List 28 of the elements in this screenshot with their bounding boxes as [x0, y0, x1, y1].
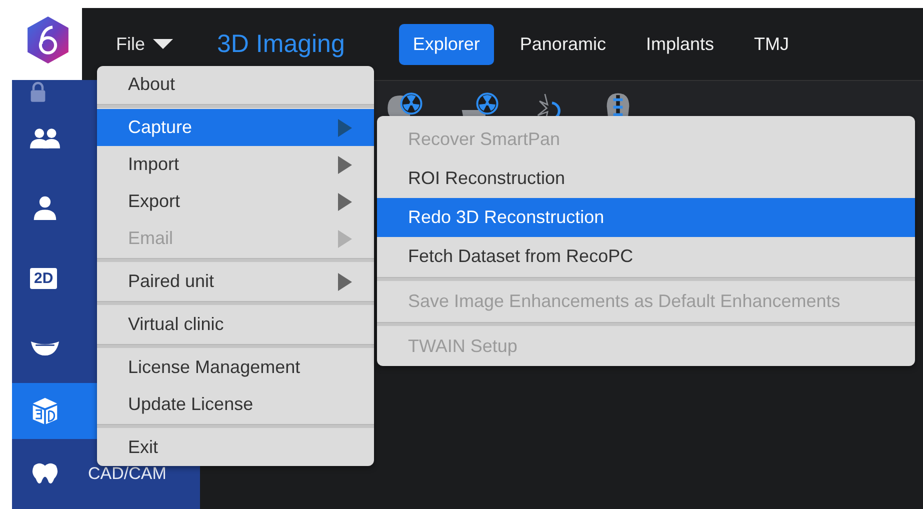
menu-item[interactable]: Capture — [97, 109, 374, 146]
logo-icon — [25, 15, 71, 65]
nav-tab[interactable]: Panoramic — [506, 24, 620, 64]
nav-tab[interactable]: Implants — [632, 24, 728, 64]
sidebar-item[interactable] — [12, 383, 97, 439]
menu-item[interactable]: Import — [97, 146, 374, 183]
file-menu-button[interactable]: File — [116, 30, 174, 58]
sidebar-item[interactable]: 2D — [12, 243, 97, 313]
menu-item[interactable]: About — [97, 66, 374, 103]
submenu-arrow-icon — [338, 118, 352, 136]
submenu-arrow-icon — [338, 192, 352, 210]
nav-tab[interactable]: Explorer — [398, 24, 494, 64]
caret-icon — [153, 39, 174, 49]
menu-item[interactable]: Update License — [97, 386, 374, 423]
badge-icon: 2D — [30, 268, 58, 288]
menu-item[interactable]: Exit — [97, 429, 374, 466]
menu-item[interactable]: Fetch Dataset from RecoPC — [377, 237, 915, 276]
nav-tab[interactable]: TMJ — [740, 24, 803, 64]
menu-item[interactable]: ROI Reconstruction — [377, 159, 915, 198]
menu-item[interactable]: Redo 3D Reconstruction — [377, 198, 915, 237]
menu-item[interactable]: Export — [97, 183, 374, 220]
menu-item[interactable]: Virtual clinic — [97, 306, 374, 343]
menu-item[interactable]: License Management — [97, 349, 374, 386]
tooth-icon — [30, 462, 60, 486]
submenu-arrow-icon — [338, 156, 352, 174]
people-icon — [30, 126, 60, 150]
cube-icon — [30, 397, 60, 425]
app-title: 3D Imaging — [217, 30, 345, 58]
